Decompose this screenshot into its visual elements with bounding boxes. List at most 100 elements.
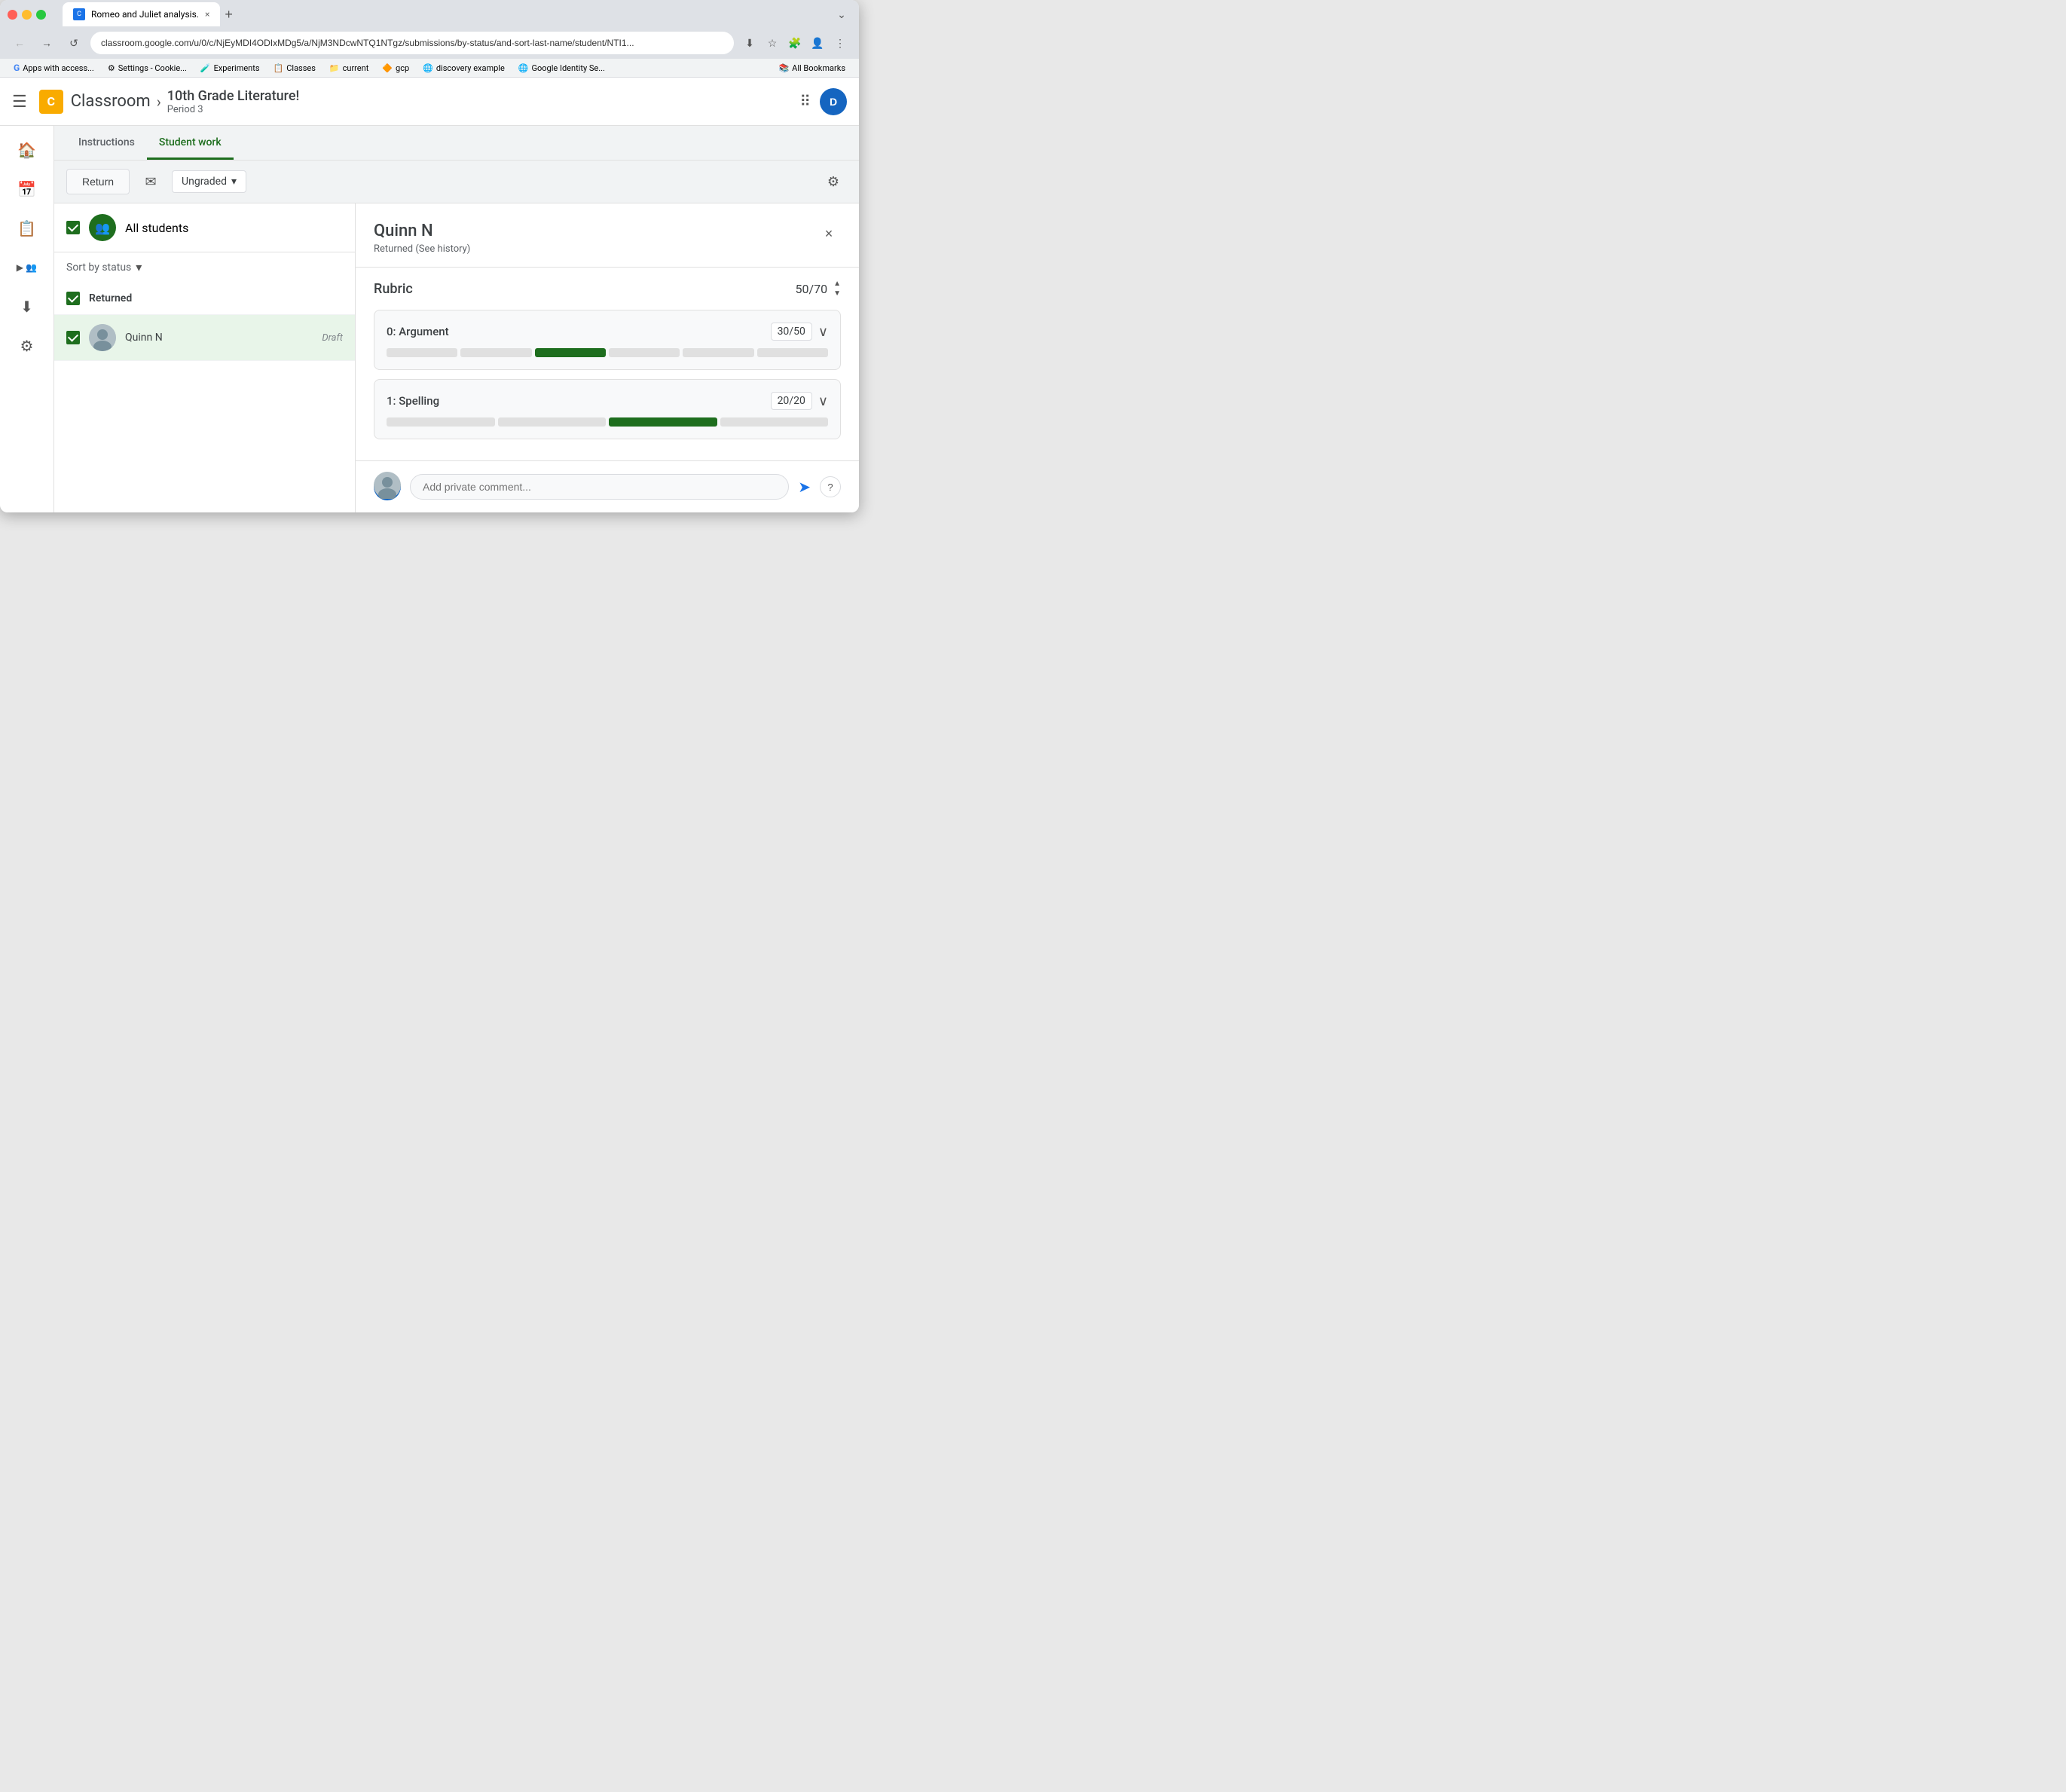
- bookmarks-folder-icon: 📚: [778, 63, 789, 73]
- bookmark-settings[interactable]: ⚙ Settings - Cookie...: [103, 62, 191, 75]
- help-button[interactable]: ?: [820, 476, 841, 497]
- send-comment-button[interactable]: ➤: [798, 478, 811, 497]
- settings-button[interactable]: ⚙: [820, 168, 847, 195]
- app-bar-actions: ⠿ D: [799, 88, 847, 115]
- nav-home-button[interactable]: 🏠: [9, 132, 45, 168]
- bookmark-classes[interactable]: 📋 Classes: [269, 62, 320, 75]
- bookmark-gcp-label: gcp: [396, 63, 409, 73]
- bookmark-discovery[interactable]: 🌐 discovery example: [418, 62, 509, 75]
- maximize-traffic-light[interactable]: [36, 10, 46, 20]
- rubric-section: Rubric 50/70 ▲ ▼: [356, 268, 859, 460]
- address-bar-row: ← → ↺ ⬇ ☆ 🧩 👤 ⋮: [0, 29, 859, 59]
- classes-icon: 📋: [274, 63, 284, 73]
- bookmark-apps-label: Apps with access...: [23, 63, 94, 73]
- student-avatar: [89, 324, 116, 351]
- globe-icon: 🌐: [423, 63, 433, 73]
- profile-icon[interactable]: 👤: [808, 33, 827, 53]
- split-panel: 👥 All students Sort by status ▾: [54, 203, 859, 512]
- grade-dropdown[interactable]: Ungraded ▾: [172, 170, 246, 193]
- score-down-button[interactable]: ▼: [833, 289, 841, 298]
- close-traffic-light[interactable]: [8, 10, 17, 20]
- active-tab[interactable]: C Romeo and Juliet analysis. ×: [63, 2, 220, 26]
- apps-grid-button[interactable]: ⠿: [799, 92, 811, 111]
- nav-settings-button[interactable]: ⚙: [9, 328, 45, 364]
- content-area: Instructions Student work Return ✉ Ungra…: [54, 126, 859, 512]
- nav-people-expand-button[interactable]: ▶ 👥: [9, 249, 45, 286]
- bookmark-current[interactable]: 📁 current: [325, 62, 373, 75]
- course-name-label: 10th Grade Literature!: [167, 88, 300, 104]
- student-name: Quinn N: [125, 332, 313, 344]
- comment-avatar-svg: [374, 472, 401, 502]
- comment-input[interactable]: [410, 474, 789, 500]
- rubric-item-spelling-progress: [387, 417, 828, 427]
- comment-area: ➤ ?: [356, 460, 859, 512]
- rubric-total-score: 50/70: [796, 282, 828, 296]
- rubric-item-spelling-title: 1: Spelling: [387, 394, 439, 408]
- bookmark-experiments[interactable]: 🧪 Experiments: [196, 62, 264, 75]
- refresh-button[interactable]: ↺: [63, 32, 84, 54]
- nav-calendar-button[interactable]: 📅: [9, 171, 45, 207]
- tab-close-icon[interactable]: ×: [205, 9, 209, 20]
- extensions-icon[interactable]: 🧩: [785, 33, 805, 53]
- bookmark-google-identity[interactable]: 🌐 Google Identity Se...: [514, 62, 610, 75]
- gcp-icon: 🔶: [382, 63, 393, 73]
- mail-button[interactable]: ✉: [137, 168, 164, 195]
- new-tab-button[interactable]: +: [225, 7, 233, 23]
- rubric-item-spelling-expand-button[interactable]: ∨: [818, 393, 828, 409]
- breadcrumb-arrow: ›: [157, 93, 161, 111]
- score-arrows: ▲ ▼: [833, 280, 841, 298]
- student-detail-info: Quinn N Returned (See history): [374, 222, 470, 255]
- bookmark-icon[interactable]: ☆: [763, 33, 782, 53]
- score-up-button[interactable]: ▲: [833, 280, 841, 288]
- progress-seg-4: [609, 348, 680, 357]
- student-row[interactable]: Quinn N Draft: [54, 315, 355, 361]
- rubric-title: Rubric: [374, 281, 413, 297]
- rubric-item-argument-score-group: 30/50 ∨: [771, 323, 828, 341]
- hamburger-menu-button[interactable]: ☰: [12, 92, 27, 112]
- course-period-label: Period 3: [167, 104, 300, 115]
- tab-student-work[interactable]: Student work: [147, 126, 234, 160]
- avatar-svg: [89, 324, 116, 351]
- course-info: 10th Grade Literature! Period 3: [167, 88, 300, 115]
- bookmark-google-identity-label: Google Identity Se...: [532, 63, 605, 73]
- detail-close-button[interactable]: ×: [817, 222, 841, 246]
- progress-seg-6: [757, 348, 828, 357]
- download-icon[interactable]: ⬇: [740, 33, 759, 53]
- nav-assignments-button[interactable]: 📋: [9, 210, 45, 246]
- bookmark-current-label: current: [343, 63, 369, 73]
- minimize-traffic-light[interactable]: [22, 10, 32, 20]
- forward-button[interactable]: →: [36, 32, 57, 54]
- browser-overflow-button[interactable]: ⌄: [832, 5, 851, 24]
- dropdown-arrow-icon: ▾: [231, 176, 237, 188]
- grade-label: Ungraded: [182, 176, 227, 188]
- tab-title: Romeo and Juliet analysis.: [91, 9, 199, 20]
- rubric-item-argument: 0: Argument 30/50 ∨: [374, 310, 841, 370]
- gear-bookmark-icon: ⚙: [108, 63, 115, 73]
- app-container: ☰ C Classroom › 10th Grade Literature! P…: [0, 78, 859, 512]
- student-checkbox[interactable]: [66, 331, 80, 344]
- bookmark-gcp[interactable]: 🔶 gcp: [377, 62, 414, 75]
- rubric-item-spelling-score-group: 20/20 ∨: [771, 392, 828, 410]
- return-button[interactable]: Return: [66, 169, 130, 194]
- nav-archive-button[interactable]: ⬇: [9, 289, 45, 325]
- returned-checkbox[interactable]: [66, 292, 80, 305]
- group-icon: 👥: [95, 221, 110, 235]
- tab-instructions[interactable]: Instructions: [66, 126, 147, 160]
- user-avatar-button[interactable]: D: [820, 88, 847, 115]
- detail-header: Quinn N Returned (See history) ×: [356, 203, 859, 268]
- classroom-logo: C: [39, 90, 63, 114]
- all-students-checkbox[interactable]: [66, 221, 80, 234]
- back-button[interactable]: ←: [9, 32, 30, 54]
- folder-icon: 📁: [329, 63, 340, 73]
- left-nav: 🏠 📅 📋 ▶ 👥 ⬇ ⚙: [0, 126, 54, 512]
- sort-dropdown-button[interactable]: ▾: [136, 260, 142, 275]
- progress-seg-2: [460, 348, 531, 357]
- student-submission-status: Draft: [322, 332, 343, 344]
- address-input[interactable]: [90, 32, 734, 54]
- sort-label: Sort by status: [66, 261, 131, 274]
- bookmark-apps[interactable]: G Apps with access...: [9, 61, 99, 75]
- rubric-item-argument-expand-button[interactable]: ∨: [818, 324, 828, 340]
- browser-menu-icon[interactable]: ⋮: [830, 33, 850, 53]
- bookmark-all[interactable]: 📚 All Bookmarks: [774, 62, 850, 75]
- all-students-icon: 👥: [89, 214, 116, 241]
